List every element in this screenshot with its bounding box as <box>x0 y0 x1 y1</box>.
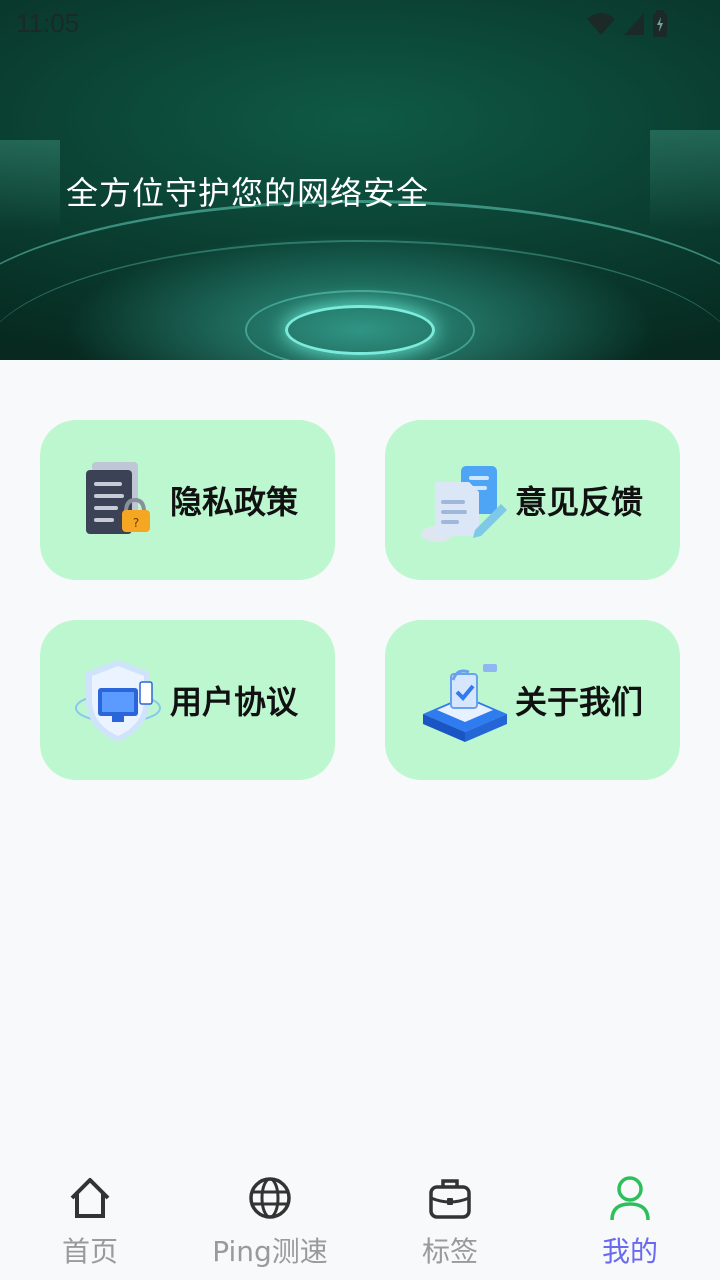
bottom-tab-bar: 首页 Ping测速 标签 我的 <box>0 1160 720 1280</box>
wifi-icon <box>587 13 615 35</box>
hero-decoration-left <box>0 140 60 230</box>
tab-home[interactable]: 首页 <box>0 1160 180 1280</box>
home-icon <box>70 1178 110 1218</box>
edit-document-icon <box>417 452 513 548</box>
server-platform-icon <box>417 652 513 748</box>
card-label: 意见反馈 <box>515 483 644 521</box>
briefcase-icon <box>429 1179 471 1219</box>
status-icons <box>586 10 668 38</box>
card-label: 用户协议 <box>170 683 299 721</box>
tab-tags[interactable]: 标签 <box>360 1160 540 1280</box>
hero-glow-ring <box>285 305 435 355</box>
hero-banner: 全方位守护您的网络安全 <box>0 0 720 360</box>
card-label: 隐私政策 <box>170 483 299 521</box>
signal-icon <box>624 13 644 35</box>
locked-document-icon: ? <box>72 452 168 548</box>
status-bar: 11:05 <box>0 0 720 48</box>
tab-label: 我的 <box>601 1235 658 1268</box>
user-agreement-button[interactable]: 用户协议 <box>40 620 335 780</box>
hero-title: 全方位守护您的网络安全 <box>66 174 430 212</box>
tab-label: 首页 <box>61 1235 118 1268</box>
privacy-policy-button[interactable]: ? 隐私政策 <box>40 420 335 580</box>
tab-mine[interactable]: 我的 <box>540 1160 720 1280</box>
status-time: 11:05 <box>16 8 80 38</box>
battery-icon <box>653 10 667 37</box>
hero-decoration-right <box>650 130 720 230</box>
tab-label: 标签 <box>421 1235 478 1268</box>
svg-text:?: ? <box>133 516 139 530</box>
feedback-button[interactable]: 意见反馈 <box>385 420 680 580</box>
globe-icon <box>249 1177 291 1219</box>
tab-label: Ping测速 <box>212 1235 328 1268</box>
card-label: 关于我们 <box>515 683 644 721</box>
user-icon <box>610 1176 650 1221</box>
about-us-button[interactable]: 关于我们 <box>385 620 680 780</box>
shield-monitor-icon <box>72 652 168 748</box>
tab-ping-speed[interactable]: Ping测速 <box>180 1160 360 1280</box>
